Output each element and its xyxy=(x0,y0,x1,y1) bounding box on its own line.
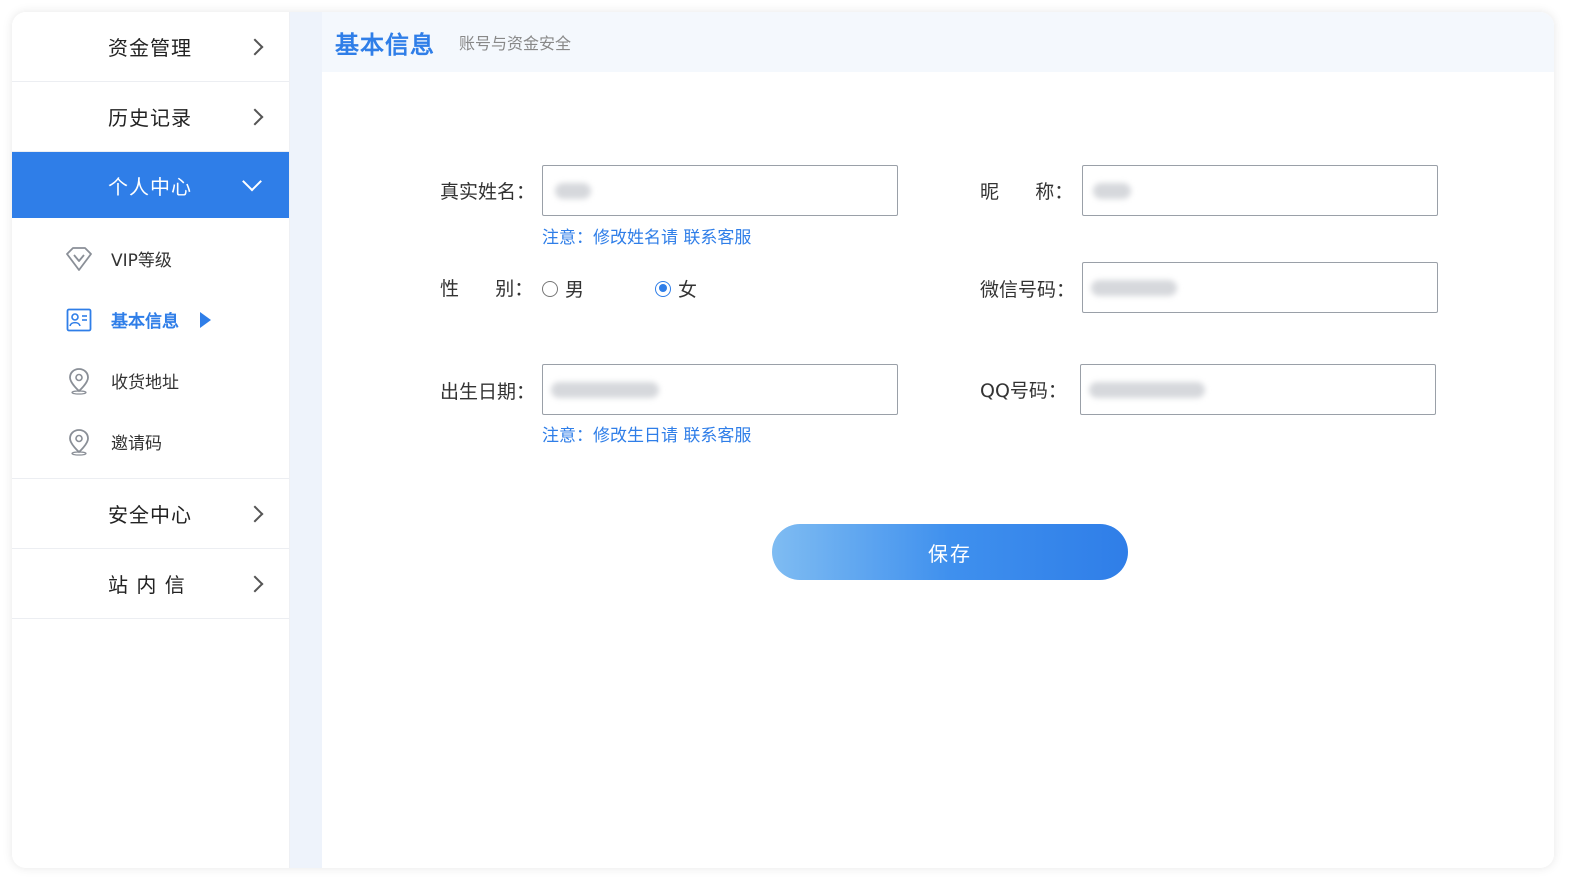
gender-female-radio[interactable]: 女 xyxy=(655,275,697,302)
chevron-right-icon xyxy=(246,38,264,55)
sidebar-subitem-label: VIP等级 xyxy=(111,251,172,271)
real-name-note: 注意：修改姓名请 联系客服 xyxy=(542,223,751,248)
gender-radio-group: 男 女 xyxy=(542,275,697,302)
chevron-right-icon xyxy=(246,505,264,522)
location-pin-icon xyxy=(64,366,94,396)
masked-value xyxy=(1093,182,1131,199)
sidebar-item-security[interactable]: 安全中心 xyxy=(12,479,289,549)
wechat-input[interactable] xyxy=(1082,262,1438,313)
chevron-down-icon xyxy=(242,171,262,192)
chevron-right-icon xyxy=(246,108,264,125)
radio-checked-icon xyxy=(655,280,672,297)
gender-male-radio[interactable]: 男 xyxy=(542,275,584,302)
real-name-label: 真实姓名： xyxy=(440,181,536,203)
sidebar-item-label: 安全中心 xyxy=(108,503,192,527)
birthday-input[interactable] xyxy=(542,364,898,415)
masked-value xyxy=(555,182,591,199)
sidebar-item-history[interactable]: 历史记录 xyxy=(12,82,289,152)
sidebar-subitem-address[interactable]: 收货地址 xyxy=(12,350,289,411)
sidebar-subitem-label: 收货地址 xyxy=(111,373,179,393)
nickname-label: 昵 称： xyxy=(980,181,1074,203)
real-name-input[interactable] xyxy=(542,165,898,216)
sidebar-gutter xyxy=(290,12,322,868)
main-content: 基本信息 账号与资金安全 真实姓名： 注意：修改姓名请 联系客服 昵 称： 性 … xyxy=(322,12,1554,868)
qq-input[interactable] xyxy=(1080,364,1436,415)
masked-value xyxy=(1091,279,1177,296)
nickname-input[interactable] xyxy=(1082,165,1438,216)
id-card-icon xyxy=(64,305,94,335)
triangle-right-icon xyxy=(200,311,211,328)
sidebar-subitem-basic-info[interactable]: 基本信息 xyxy=(12,289,289,350)
masked-value xyxy=(1089,381,1205,398)
diamond-icon xyxy=(64,244,94,274)
birthday-label: 出生日期： xyxy=(440,381,536,403)
chevron-right-icon xyxy=(246,575,264,592)
personal-center-submenu: VIP等级 基本信息 收货地址 邀请码 xyxy=(12,218,289,479)
masked-value xyxy=(551,381,659,398)
account-panel: 资金管理 历史记录 个人中心 VIP等级 基本信息 收货地址 邀请码 安全中心 … xyxy=(12,12,1554,868)
save-button[interactable]: 保存 xyxy=(772,524,1128,580)
gender-label: 性 别： xyxy=(440,278,534,300)
sidebar-item-funds[interactable]: 资金管理 xyxy=(12,12,289,82)
gender-female-label: 女 xyxy=(678,279,698,301)
sidebar-item-personal-center[interactable]: 个人中心 xyxy=(12,152,289,218)
sidebar-item-label: 个人中心 xyxy=(108,174,192,199)
radio-unchecked-icon xyxy=(542,280,558,297)
note-text: 注意：修改生日请 xyxy=(542,426,684,446)
basic-info-form: 真实姓名： 注意：修改姓名请 联系客服 昵 称： 性 别： 男 女 微信号码： … xyxy=(322,12,1554,868)
sidebar-item-label: 站 内 信 xyxy=(108,573,186,597)
sidebar-subitem-label: 基本信息 xyxy=(111,312,179,332)
sidebar: 资金管理 历史记录 个人中心 VIP等级 基本信息 收货地址 邀请码 安全中心 … xyxy=(12,12,290,868)
sidebar-item-label: 资金管理 xyxy=(108,36,192,60)
contact-support-link[interactable]: 联系客服 xyxy=(683,426,751,446)
sidebar-subitem-vip[interactable]: VIP等级 xyxy=(12,228,289,289)
location-pin-icon xyxy=(64,427,94,457)
wechat-label: 微信号码： xyxy=(980,279,1076,301)
qq-label: QQ号码： xyxy=(980,380,1067,402)
note-text: 注意：修改姓名请 xyxy=(542,228,684,248)
birthday-note: 注意：修改生日请 联系客服 xyxy=(542,421,751,446)
sidebar-item-messages[interactable]: 站 内 信 xyxy=(12,549,289,619)
sidebar-item-label: 历史记录 xyxy=(108,106,192,130)
gender-male-label: 男 xyxy=(565,279,585,301)
contact-support-link[interactable]: 联系客服 xyxy=(683,228,751,248)
sidebar-subitem-label: 邀请码 xyxy=(111,434,162,454)
sidebar-subitem-invite-code[interactable]: 邀请码 xyxy=(12,411,289,472)
